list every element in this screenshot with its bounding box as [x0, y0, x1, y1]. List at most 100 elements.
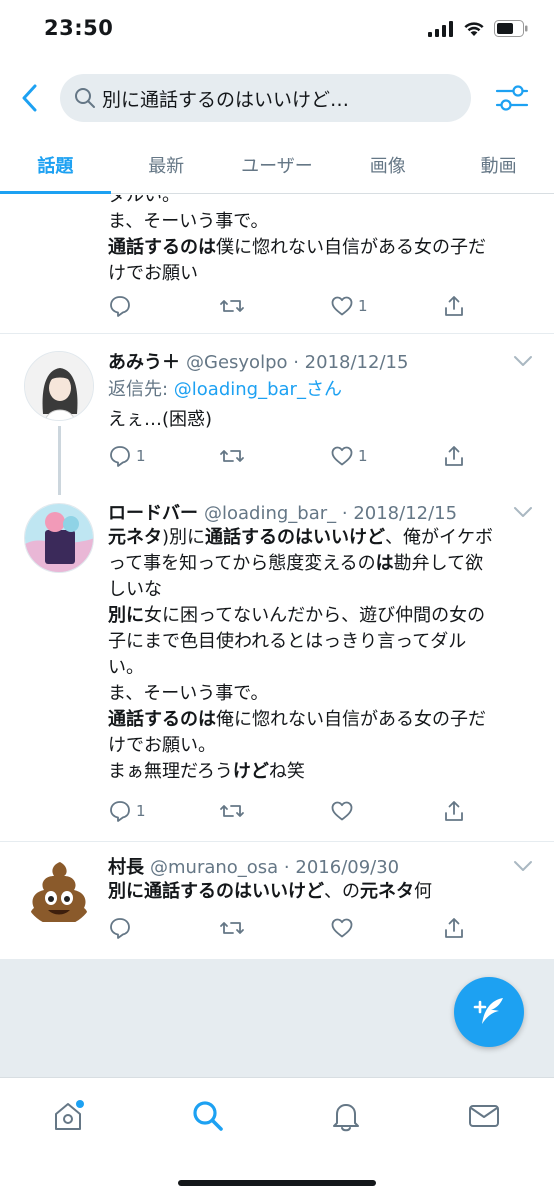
reply-handle-link[interactable]: @loading_bar_さん [174, 379, 342, 400]
display-name[interactable]: ロードバー [108, 503, 198, 524]
back-button[interactable] [14, 80, 44, 116]
share-icon [445, 446, 463, 466]
like-button[interactable] [330, 799, 354, 823]
heart-icon [331, 446, 353, 466]
search-match-text: 通話するのは [108, 709, 216, 730]
tweet-item[interactable]: ダルい。 ま、そーいう事で。 通話するのは僕に惚れない自信がある女の子だ けでお… [0, 195, 554, 333]
tab-photos[interactable]: 画像 [332, 134, 443, 193]
thread-line [58, 426, 61, 495]
avatar[interactable] [24, 503, 94, 573]
share-button[interactable] [442, 444, 466, 468]
like-button[interactable]: 1 [330, 444, 368, 468]
nav-search[interactable] [188, 1096, 228, 1136]
display-name[interactable]: あみう＋ [108, 352, 180, 373]
avatar[interactable] [24, 856, 94, 926]
nav-notifications[interactable] [326, 1096, 366, 1136]
like-count: 1 [358, 447, 368, 465]
retweet-button[interactable] [219, 294, 245, 318]
handle-date: @Gesyolpo · 2018/12/15 [186, 352, 409, 373]
tweet-text: ダルい。 ま、そーいう事で。 通話するのは僕に惚れない自信がある女の子だ けでお… [108, 195, 528, 287]
tweet-text-line: 元ネタ)別に通話するのはいいけど、俺がイケボ [108, 525, 528, 551]
tab-people[interactable]: ユーザー [222, 134, 333, 193]
tweet-feed[interactable]: ダルい。 ま、そーいう事で。 通話するのは僕に惚れない自信がある女の子だ けでお… [0, 195, 554, 1077]
chevron-down-icon[interactable] [512, 859, 534, 873]
tweet-item[interactable]: あみう＋ @Gesyolpo · 2018/12/15 返信先: @loading… [0, 334, 554, 495]
battery-icon [494, 20, 528, 37]
wifi-icon [464, 21, 484, 36]
avatar-illustration-icon [25, 504, 93, 572]
retweet-icon [220, 450, 244, 462]
handle-date: @loading_bar_ · 2018/12/15 [204, 503, 458, 524]
sliders-icon [495, 85, 529, 111]
chevron-down-icon[interactable] [512, 354, 534, 368]
display-name[interactable]: 村長 [108, 857, 144, 878]
tweet-text-line: ま、そーいう事で。 [108, 683, 269, 704]
retweet-icon [220, 300, 244, 312]
tweet-text-fragment: 、の [324, 881, 360, 902]
tweet-text-fragment: 何 [414, 881, 432, 902]
nav-home[interactable] [48, 1096, 88, 1136]
chevron-left-icon [22, 84, 37, 112]
status-bar: 23:50 [0, 0, 554, 62]
reply-prefix: 返信先: [108, 379, 174, 400]
bell-icon [333, 1104, 359, 1132]
retweet-icon [220, 922, 244, 934]
search-filter-button[interactable] [494, 80, 530, 116]
search-match-text: けど [232, 761, 269, 782]
home-icon [55, 1100, 84, 1130]
share-button[interactable] [442, 799, 466, 823]
heart-icon [331, 801, 353, 821]
reply-button[interactable]: 1 [108, 799, 146, 823]
search-input[interactable]: 別に通話するのはいいけど… [60, 74, 471, 122]
reply-count: 1 [136, 447, 146, 465]
reply-icon [110, 446, 130, 467]
compose-feather-icon [473, 998, 503, 1024]
tweet-text-line: けでお願い。 [108, 735, 216, 756]
tweet-item[interactable]: 村長 @murano_osa · 2016/09/30 別に通話するのはいいけど、… [0, 842, 554, 959]
reply-button[interactable] [108, 294, 132, 318]
tweet-actions: 1 [108, 294, 468, 324]
tweet-text: 元ネタ)別に通話するのはいいけど、俺がイケボ って事を知ってから態度変えるのは勘… [108, 525, 528, 785]
compose-tweet-button[interactable] [454, 977, 524, 1047]
like-button[interactable] [330, 916, 354, 940]
tab-top[interactable]: 話題 [0, 134, 111, 194]
chevron-down-icon[interactable] [512, 505, 534, 519]
tab-videos[interactable]: 動画 [443, 134, 554, 193]
tweet-text-fragment: 女に困ってないんだから、遊び仲間の女の [144, 605, 486, 626]
tweet-text-line: い。 [108, 657, 144, 678]
tweet-text-fragment: 俺に惚れない自信がある女の子だ [216, 709, 486, 730]
tweet-header: ロードバー @loading_bar_ · 2018/12/15 [108, 499, 457, 525]
share-icon [445, 296, 463, 316]
tweet-item[interactable]: ロードバー @loading_bar_ · 2018/12/15 元ネタ)別に通話… [0, 495, 554, 841]
tweet-text-fragment: 僕に惚れない自信がある女の子だ [216, 237, 486, 258]
search-tabs: 話題 最新 ユーザー 画像 動画 [0, 134, 554, 194]
avatar[interactable] [24, 351, 94, 421]
retweet-button[interactable] [219, 799, 245, 823]
reply-icon [110, 296, 130, 317]
tweet-actions: 1 [108, 799, 468, 829]
share-button[interactable] [442, 916, 466, 940]
tweet-text-fragment: まぁ無理だろう [108, 761, 233, 782]
reply-button[interactable]: 1 [108, 444, 146, 468]
reply-icon [110, 801, 130, 822]
tweet-text-line: しいな [108, 579, 162, 600]
search-match-text: 別に通話するのはいいけど [108, 881, 324, 902]
search-match-text: 元ネタ [360, 881, 414, 902]
tweet-text-fragment: 、俺がイケボ [385, 527, 494, 548]
tab-latest[interactable]: 最新 [111, 134, 222, 193]
reply-to: 返信先: @loading_bar_さん [108, 375, 342, 401]
share-button[interactable] [442, 294, 466, 318]
tweet-text-line: 通話するのは僕に惚れない自信がある女の子だ [108, 235, 528, 261]
share-icon [445, 801, 463, 821]
retweet-button[interactable] [219, 444, 245, 468]
search-match-text: 元ネタ [108, 527, 162, 548]
tweet-actions: 1 1 [108, 444, 468, 474]
reply-icon [110, 918, 130, 939]
tweet-text-line: ま、そーいう事で。 [108, 211, 269, 232]
retweet-button[interactable] [219, 916, 245, 940]
like-button[interactable]: 1 [330, 294, 368, 318]
status-icons [428, 20, 528, 37]
nav-messages[interactable] [464, 1096, 504, 1136]
search-icon [75, 88, 95, 108]
reply-button[interactable] [108, 916, 132, 940]
